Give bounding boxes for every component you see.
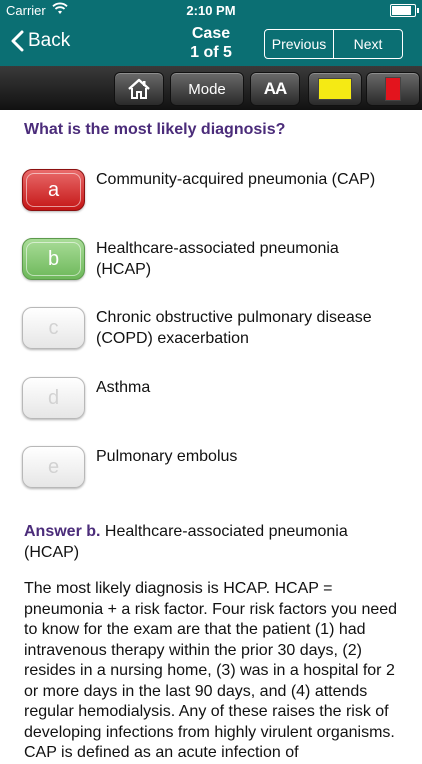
navigation-bar: Back Case 1 of 5 Previous Next xyxy=(0,20,422,66)
battery-icon xyxy=(390,4,419,17)
choice-button-b[interactable]: b xyxy=(22,238,85,280)
question-text: What is the most likely diagnosis? xyxy=(24,121,286,138)
home-icon xyxy=(128,78,150,99)
option-text: Chronic obstructive pulmonary disease (C… xyxy=(96,309,372,347)
next-button[interactable]: Next xyxy=(333,30,402,58)
choice-letter: a xyxy=(47,178,60,201)
option-text: Community-acquired pneumonia (CAP) xyxy=(96,171,376,188)
previous-button[interactable]: Previous xyxy=(265,30,333,58)
red-highlighter-icon xyxy=(385,77,401,101)
back-button[interactable]: Back xyxy=(10,30,70,52)
status-time: 2:10 PM xyxy=(186,3,236,18)
explanation-text: The most likely diagnosis is HCAP. HCAP … xyxy=(24,580,398,761)
mode-button[interactable]: Mode xyxy=(170,72,244,106)
option-text: Healthcare-associated pneumonia (HCAP) xyxy=(96,240,339,278)
highlight-red-button[interactable] xyxy=(366,72,420,106)
home-button[interactable] xyxy=(114,72,164,106)
answer-block: Answer b. Healthcare-associated pneumoni… xyxy=(24,521,404,563)
choice-button-d[interactable]: d xyxy=(22,377,85,419)
choice-button-e[interactable]: e xyxy=(22,446,85,488)
chevron-left-icon xyxy=(11,30,24,52)
case-pager: Previous Next xyxy=(264,29,403,59)
status-bar: Carrier 2:10 PM xyxy=(0,0,422,20)
option-text: Asthma xyxy=(96,379,151,396)
choice-button-a[interactable]: a xyxy=(22,169,85,211)
option-text: Pulmonary embolus xyxy=(96,448,238,465)
back-label: Back xyxy=(28,30,71,51)
font-size-button[interactable]: AA xyxy=(250,72,300,106)
choice-letter: b xyxy=(47,247,60,270)
choice-letter: e xyxy=(47,455,60,478)
font-size-label: AA xyxy=(263,79,288,98)
highlight-yellow-button[interactable] xyxy=(308,72,362,106)
choice-button-c[interactable]: c xyxy=(22,307,85,349)
answer-lead: Answer b. xyxy=(24,523,101,540)
choice-letter: d xyxy=(47,386,60,409)
choice-letter: c xyxy=(48,316,59,339)
yellow-highlighter-icon xyxy=(318,78,352,100)
toolbar: Mode AA xyxy=(0,66,422,110)
